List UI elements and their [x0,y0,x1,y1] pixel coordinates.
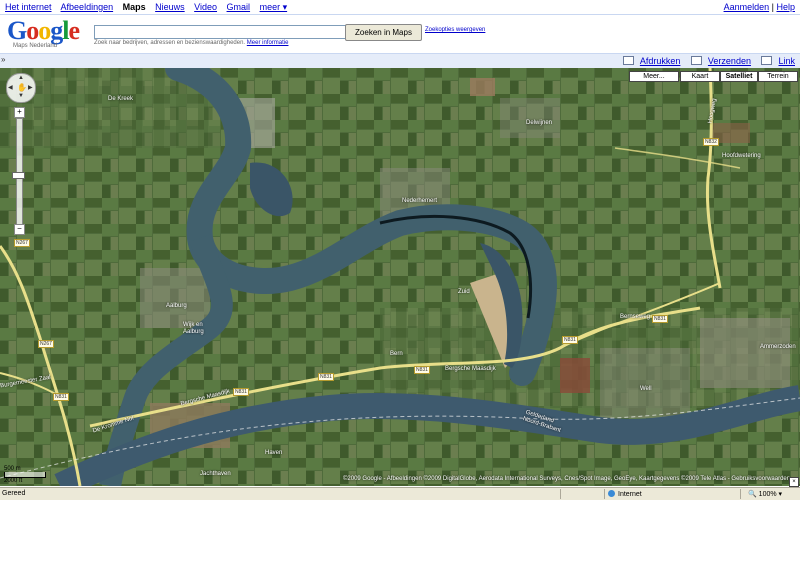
road-shield: N832 [703,138,719,146]
more-info-link[interactable]: Meer informatie [247,40,289,46]
place-label: De Kreek [108,96,134,102]
road-shield: N831 [652,315,668,323]
link-news[interactable]: Nieuws [155,2,185,12]
link-video[interactable]: Video [194,2,217,12]
zone-text: Internet [618,491,642,498]
road-shield: N831 [562,336,578,344]
signin-link[interactable]: Aanmelden [724,2,770,12]
pan-control[interactable]: ▲ ◀ ▶ ▼ ✋ [6,73,36,103]
overview-toggle-icon[interactable]: × [789,477,799,487]
place-label: Delwijnen [526,120,553,126]
place-label: Nederhemert [402,198,438,204]
zoom-level[interactable]: 🔍 100% ▾ [748,490,782,498]
magnifier-icon: 🔍 [748,491,759,498]
search-hint: Zoek naar bedrijven, adressen en beziens… [94,40,288,46]
search-area: Google Maps Nederland Zoeken in Maps Zoe… [0,15,800,51]
browser-statusbar: Gereed Internet 🔍 100% ▾ [0,487,800,500]
link-images[interactable]: Afbeeldingen [61,2,114,12]
zoom-in-button[interactable]: + [14,107,25,118]
google-maps-logo[interactable]: Google Maps Nederland [7,16,89,50]
map-copyright: ©2009 Google - Afbeeldingen ©2009 Digita… [343,476,791,482]
map-tools: Afdrukken Verzenden Link [615,56,795,66]
search-hint-text: Zoek naar bedrijven, adressen en beziens… [94,40,246,46]
status-divider [740,489,741,499]
place-label: Aalburg [183,329,204,335]
google-topbar: Het internet Afbeeldingen Maps Nieuws Vi… [0,0,800,15]
satellite-view-button[interactable]: Satelliet [720,71,758,82]
terrain-view-button[interactable]: Terrein [758,71,798,82]
pan-right-icon[interactable]: ▶ [28,84,33,91]
hand-icon: ✋ [17,83,27,92]
account-links: Aanmelden | Help [724,2,795,12]
scale-imperial: 2000 ft [4,478,23,484]
chain-link-icon [761,56,773,65]
road-shield: N831 [53,393,69,401]
tools-bar: » Afdrukken Verzenden Link [0,53,800,68]
road-shield: N267 [14,239,30,247]
place-label: Hoofdwetering [722,153,761,159]
link-more[interactable]: meer ▾ [260,2,288,12]
road-shield: N267 [38,340,54,348]
map-scale: 500 m 2000 ft [4,466,46,484]
street-label: Bergsche Maasdijk [445,366,496,372]
print-tool[interactable]: Afdrukken [619,56,681,66]
chevron-down-icon: ▾ [776,491,783,498]
send-tool[interactable]: Verzenden [687,56,751,66]
place-label: Jachthaven [200,471,231,477]
globe-icon [608,490,615,497]
status-divider [604,489,605,499]
logo-subtitle: Maps Nederland [13,43,58,49]
security-zone: Internet [608,490,642,498]
place-label: Ammerzoden [760,344,796,350]
road-shield: N831 [233,388,249,396]
map-view-button[interactable]: Kaart [680,71,720,82]
envelope-icon [690,56,702,65]
help-link[interactable]: Help [776,2,795,12]
link-maps-current: Maps [122,2,146,12]
search-input[interactable] [94,25,346,39]
link-tool[interactable]: Link [757,56,795,66]
logo-wordmark: Google [7,16,80,45]
road-shield: N831 [414,366,430,374]
status-text: Gereed [2,490,26,497]
pan-down-icon[interactable]: ▼ [18,93,24,99]
more-layers-button[interactable]: Meer... [629,71,679,82]
service-links: Het internet Afbeeldingen Maps Nieuws Vi… [5,2,294,13]
road-shield: N831 [318,373,334,381]
pan-up-icon[interactable]: ▲ [18,75,24,81]
satellite-map[interactable]: De Kreek Delwijnen Nederhemert Zuid Aalb… [0,68,800,486]
link-web[interactable]: Het internet [5,2,52,12]
status-divider [560,489,561,499]
print-link[interactable]: Afdrukken [640,56,681,66]
place-label: Haven [265,450,283,456]
place-label: Aalburg [166,303,187,309]
link-separator: | [771,2,774,12]
place-label: Well [640,386,652,392]
zoom-text: 100% [758,491,777,498]
pan-left-icon[interactable]: ◀ [8,84,13,91]
search-button[interactable]: Zoeken in Maps [345,24,422,41]
link-link[interactable]: Link [778,56,795,66]
collapse-panel-toggle[interactable]: » [1,55,5,64]
zoom-out-button[interactable]: − [14,224,25,235]
search-options-link[interactable]: Zoekopties weergeven [425,27,485,33]
place-label: Wijk en [183,322,203,328]
link-gmail[interactable]: Gmail [227,2,251,12]
send-link[interactable]: Verzenden [708,56,751,66]
place-label: Zuid [458,289,470,295]
printer-icon [622,56,634,65]
place-label: Bern [390,351,403,357]
street-label: Bernseweg [620,314,651,320]
zoom-slider-handle[interactable] [12,172,25,179]
